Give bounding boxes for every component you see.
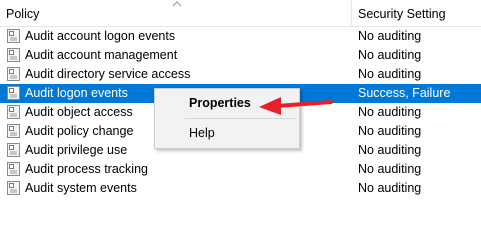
policy-setting-icon: [7, 124, 20, 138]
policy-setting-icon: [7, 48, 20, 62]
policy-setting-icon: [7, 105, 20, 119]
policy-name: Audit directory service access: [25, 67, 191, 81]
policy-setting-icon: [7, 143, 20, 157]
policy-setting: No auditing: [358, 29, 422, 43]
policy-setting-icon: [7, 181, 20, 195]
policy-row-directory-service-access[interactable]: Audit directory service access No auditi…: [0, 65, 481, 84]
policy-setting: No auditing: [358, 67, 422, 81]
menu-item-help[interactable]: Help: [157, 122, 297, 144]
policy-setting-icon: [7, 162, 20, 176]
policy-name: Audit account logon events: [25, 29, 176, 43]
policy-name: Audit system events: [25, 181, 137, 195]
column-header-security-setting[interactable]: Security Setting: [358, 0, 446, 26]
policy-name: Audit object access: [25, 105, 133, 119]
policy-setting-icon: [7, 67, 20, 81]
red-arrow-icon: [259, 97, 333, 115]
audit-policy-window: Policy Security Setting Audit account lo…: [0, 0, 481, 211]
policy-row-process-tracking[interactable]: Audit process tracking No auditing: [0, 160, 481, 179]
policy-setting-icon: [7, 29, 20, 43]
column-divider[interactable]: [351, 0, 352, 26]
column-header-policy[interactable]: Policy: [6, 0, 39, 26]
policy-setting: No auditing: [358, 143, 422, 157]
policy-setting: No auditing: [358, 48, 422, 62]
policy-setting: No auditing: [358, 105, 422, 119]
list-header: Policy Security Setting: [0, 0, 481, 27]
policy-setting: Success, Failure: [358, 86, 451, 100]
menu-item-help-label: Help: [189, 126, 215, 140]
policy-name: Audit privilege use: [25, 143, 128, 157]
sort-ascending-icon: [172, 1, 182, 7]
policy-setting: No auditing: [358, 181, 422, 195]
policy-row-system-events[interactable]: Audit system events No auditing: [0, 179, 481, 198]
policy-row-account-logon-events[interactable]: Audit account logon events No auditing: [0, 27, 481, 46]
menu-separator: [185, 118, 295, 119]
policy-setting: No auditing: [358, 124, 422, 138]
policy-setting: No auditing: [358, 162, 422, 176]
policy-row-account-management[interactable]: Audit account management No auditing: [0, 46, 481, 65]
policy-name: Audit account management: [25, 48, 178, 62]
policy-setting-icon: [7, 86, 20, 100]
policy-name: Audit logon events: [25, 86, 128, 100]
menu-item-properties-label: Properties: [189, 96, 251, 110]
policy-name: Audit process tracking: [25, 162, 148, 176]
policy-name: Audit policy change: [25, 124, 134, 138]
